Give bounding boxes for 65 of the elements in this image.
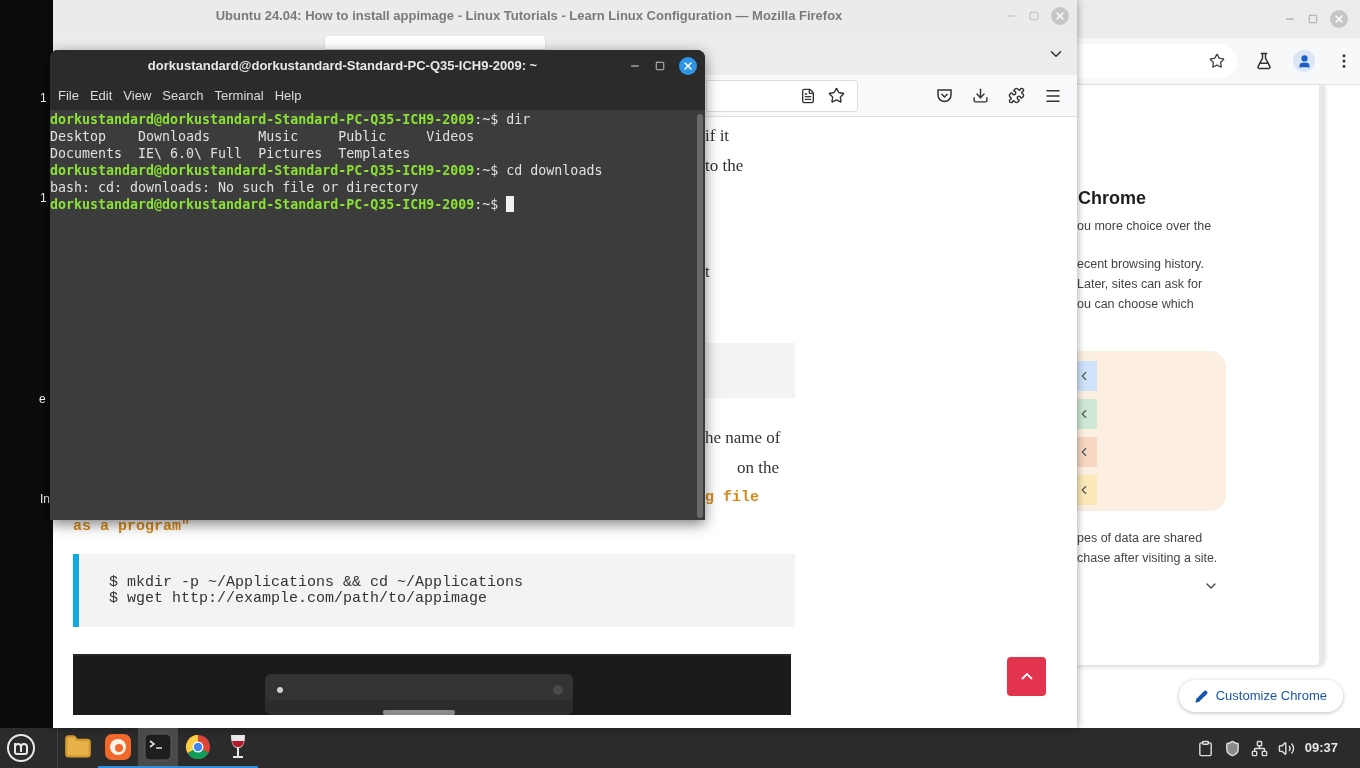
menu-item[interactable]: Search [157,86,209,106]
pencil-icon [1194,689,1208,703]
flask-icon[interactable] [1255,52,1273,70]
network-icon[interactable] [1250,739,1268,757]
terminal-prompt: dorkustandard@dorkustandard-Standard-PC-Q35-ICH9-2009 [50,111,475,128]
desktop-label: e [39,391,46,408]
desktop-label: 1 [40,190,47,207]
card-text: ou more choice over the [1077,218,1213,235]
terminal-command: dir [506,111,531,128]
menu-item[interactable]: View [118,86,157,106]
card-heading: Chrome [1077,187,1147,209]
firefox-icon [104,733,132,761]
code-line: $ wget http://example.com/path/to/appimage [109,590,488,607]
pocket-icon[interactable] [936,87,953,104]
menu-item[interactable]: Help [269,86,307,106]
card-text: pes of data are shared [1077,530,1204,547]
close-button[interactable] [679,57,697,75]
clock[interactable]: 09:37 [1304,738,1338,758]
chrome-icon [184,733,212,761]
card-text: ecent browsing history. [1077,256,1205,273]
terminal-prompt: :~$ [474,162,500,179]
article-text: if it [705,125,731,147]
window-title: dorkustandard@dorkustandard-Standard-PC-Q35-ICH9-2009: ~ [147,57,538,76]
close-icon [1054,10,1066,22]
article-text: to the [705,155,745,177]
inline-code: as a program" [73,518,191,536]
code-line: $ mkdir -p ~/Applications && cd ~/Applications [109,574,524,591]
menu-item[interactable]: File [53,86,84,106]
download-icon[interactable] [972,87,989,104]
article-text: g file [705,488,759,508]
terminal-output: Documents IE\ 6.0\ Full Pictures Templates [50,145,411,162]
reader-view-icon[interactable] [800,87,816,104]
bookmark-star-icon[interactable] [1209,53,1225,69]
article-text: he name of [705,427,781,449]
extensions-icon[interactable] [1008,87,1025,104]
address-bar[interactable] [706,79,858,112]
terminal-prompt: :~$ [474,196,500,213]
window-title: Ubuntu 24.04: How to install appimage - Linux Tutorials - Learn Linux Configuration — Mozilla Firefox [214,7,844,26]
close-icon [1333,13,1345,25]
terminal-output: bash: cd: downloads: No such file or directory [50,179,419,196]
back-to-top-button[interactable] [1007,657,1046,696]
menu-item[interactable]: Terminal [209,86,269,106]
terminal-prompt: dorkustandard@dorkustandard-Standard-PC-Q35-ICH9-2009 [50,196,475,213]
article-text: on the [737,457,780,479]
terminal-command: cd downloads [506,162,603,179]
bookmark-star-icon[interactable] [828,87,845,104]
shield-icon[interactable] [1223,739,1241,757]
chevron-up-icon [1020,673,1033,680]
terminal-icon [144,733,172,761]
card-text: Later, sites can ask for [1077,276,1204,293]
desktop-label: 1 [40,90,47,107]
close-icon [682,60,694,72]
volume-icon[interactable] [1277,739,1295,757]
desktop-label: In [40,491,50,508]
terminal-prompt: dorkustandard@dorkustandard-Standard-PC-Q35-ICH9-2009 [50,162,475,179]
menu-item[interactable]: Edit [84,86,118,106]
article-text: t [704,261,710,283]
profile-avatar[interactable] [1293,50,1315,72]
card-text: chase after visiting a site. [1077,550,1219,567]
terminal-prompt: :~$ [474,111,500,128]
terminal-output: Desktop Downloads Music Public Videos [50,128,475,145]
folder-icon [64,733,92,761]
clipboard-icon[interactable] [1196,739,1214,757]
card-text: ou can choose which [1077,296,1195,313]
customize-chrome-button[interactable]: Customize Chrome [1178,680,1343,712]
